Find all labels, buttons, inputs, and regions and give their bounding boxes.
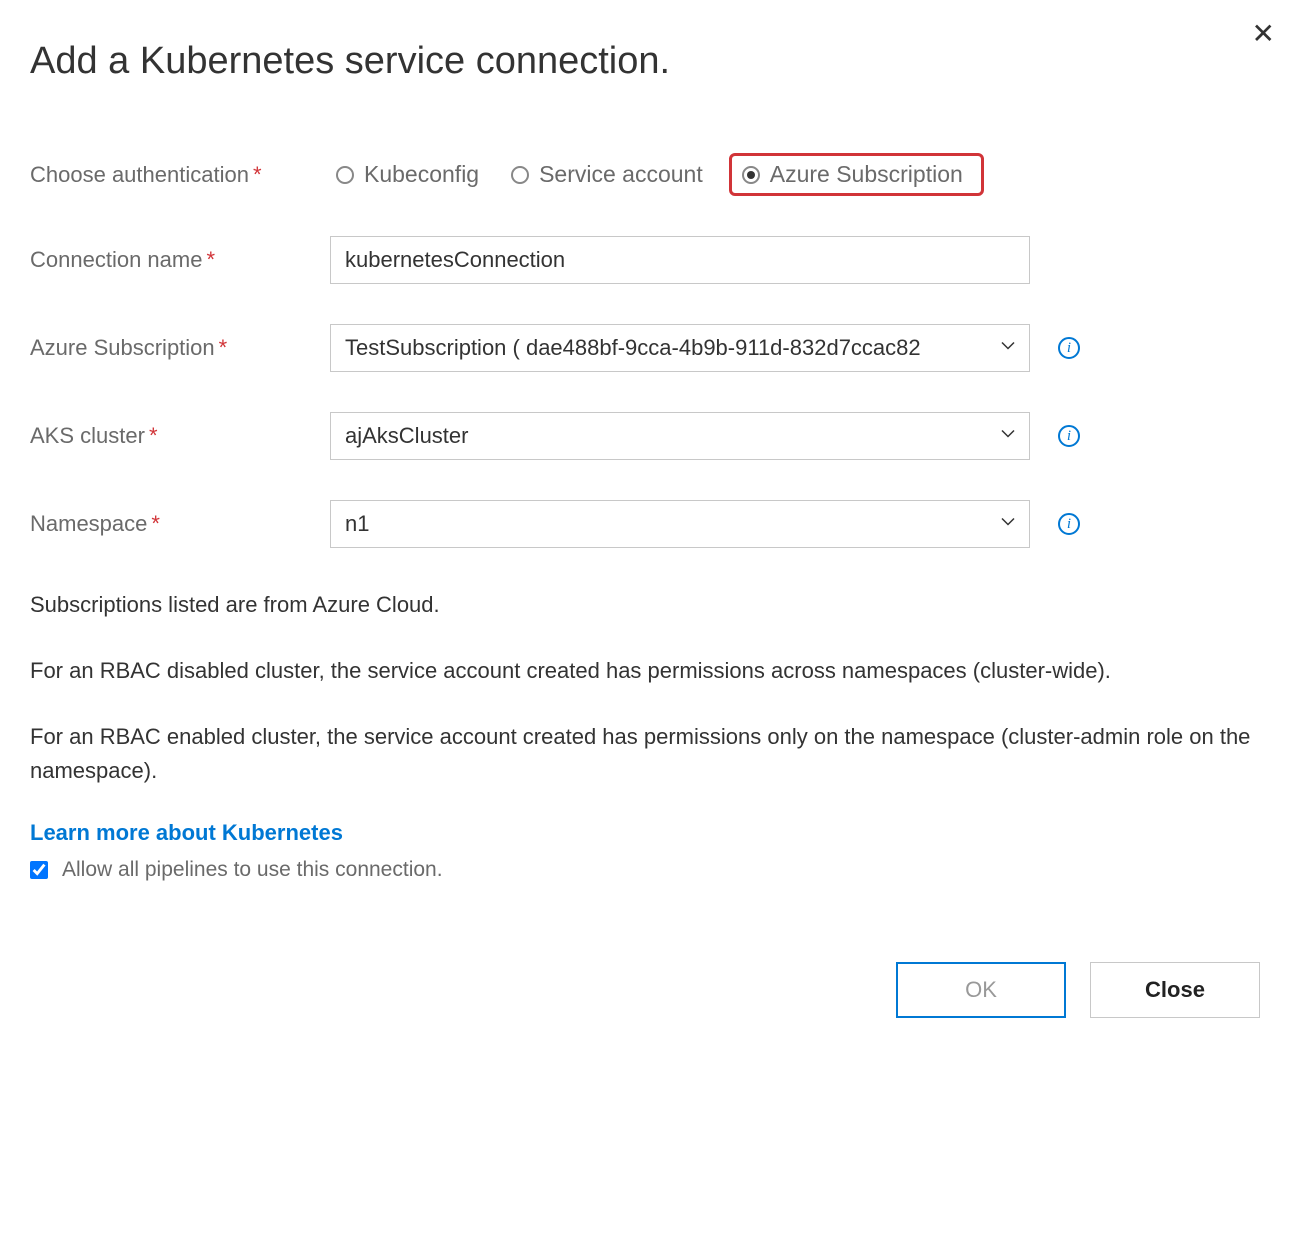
auth-label: Choose authentication*	[30, 162, 330, 188]
radio-azure-subscription[interactable]: Azure Subscription	[729, 153, 984, 196]
namespace-label-text: Namespace	[30, 511, 147, 536]
allow-pipelines-checkbox[interactable]	[30, 861, 48, 879]
radio-kubeconfig-label: Kubeconfig	[364, 161, 479, 188]
azure-subscription-value: TestSubscription ( dae488bf-9cca-4b9b-91…	[330, 324, 1030, 372]
aks-cluster-label: AKS cluster*	[30, 423, 330, 449]
radio-icon	[511, 166, 529, 184]
help-text-3: For an RBAC enabled cluster, the service…	[30, 720, 1270, 788]
required-asterisk: *	[253, 162, 262, 187]
close-button[interactable]: Close	[1090, 962, 1260, 1018]
allow-pipelines-label: Allow all pipelines to use this connecti…	[62, 858, 443, 882]
aks-cluster-value: ajAksCluster	[330, 412, 1030, 460]
connection-name-label-text: Connection name	[30, 247, 202, 272]
required-asterisk: *	[149, 423, 158, 448]
ok-button[interactable]: OK	[896, 962, 1066, 1018]
connection-name-input[interactable]	[330, 236, 1030, 284]
azure-subscription-select[interactable]: TestSubscription ( dae488bf-9cca-4b9b-91…	[330, 324, 1030, 372]
dialog-title: Add a Kubernetes service connection.	[30, 40, 1270, 83]
learn-more-link[interactable]: Learn more about Kubernetes	[30, 820, 343, 846]
help-text-1: Subscriptions listed are from Azure Clou…	[30, 588, 1270, 622]
radio-kubeconfig[interactable]: Kubeconfig	[330, 159, 485, 190]
info-icon[interactable]: i	[1058, 513, 1080, 535]
close-icon[interactable]: ✕	[1252, 20, 1275, 48]
radio-service-account-label: Service account	[539, 161, 703, 188]
info-icon[interactable]: i	[1058, 425, 1080, 447]
radio-service-account[interactable]: Service account	[505, 159, 709, 190]
info-icon[interactable]: i	[1058, 337, 1080, 359]
radio-icon	[336, 166, 354, 184]
radio-azure-subscription-label: Azure Subscription	[770, 161, 963, 188]
namespace-label: Namespace*	[30, 511, 330, 537]
namespace-select[interactable]: n1	[330, 500, 1030, 548]
azure-subscription-label-text: Azure Subscription	[30, 335, 215, 360]
namespace-value: n1	[330, 500, 1030, 548]
connection-name-label: Connection name*	[30, 247, 330, 273]
auth-label-text: Choose authentication	[30, 162, 249, 187]
aks-cluster-label-text: AKS cluster	[30, 423, 145, 448]
auth-radio-group: Kubeconfig Service account Azure Subscri…	[330, 153, 984, 196]
aks-cluster-select[interactable]: ajAksCluster	[330, 412, 1030, 460]
radio-icon	[742, 166, 760, 184]
required-asterisk: *	[151, 511, 160, 536]
required-asterisk: *	[219, 335, 228, 360]
help-text-2: For an RBAC disabled cluster, the servic…	[30, 654, 1270, 688]
required-asterisk: *	[206, 247, 215, 272]
azure-subscription-label: Azure Subscription*	[30, 335, 330, 361]
